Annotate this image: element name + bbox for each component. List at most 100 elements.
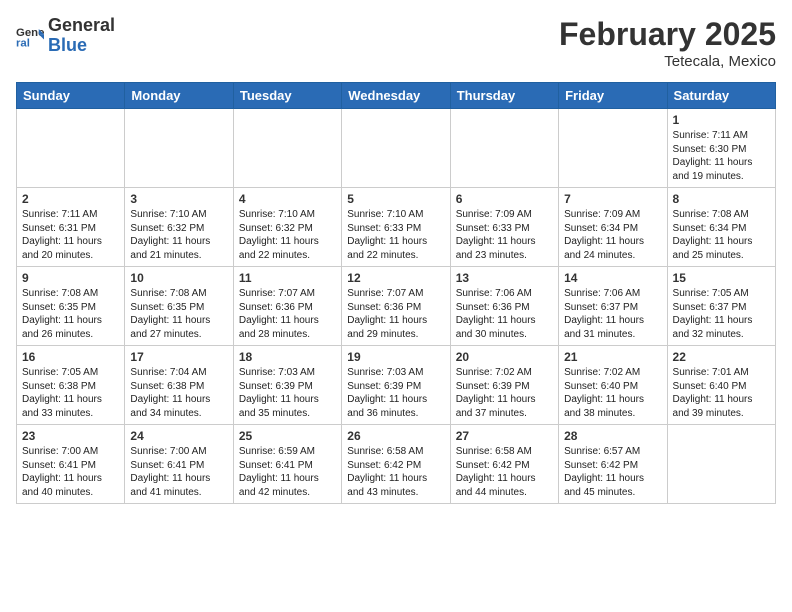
logo-icon: Gene ral <box>16 22 44 50</box>
day-info: Sunrise: 7:03 AMSunset: 6:39 PMDaylight:… <box>347 366 444 420</box>
day-number: 3 <box>130 192 227 206</box>
logo-blue-text: Blue <box>48 36 115 56</box>
table-row <box>342 109 450 188</box>
day-number: 26 <box>347 429 444 443</box>
table-row: 7 Sunrise: 7:09 AMSunset: 6:34 PMDaylight… <box>559 188 667 267</box>
table-row: 20 Sunrise: 7:02 AMSunset: 6:39 PMDayligh… <box>450 346 558 425</box>
day-number: 20 <box>456 350 553 364</box>
day-number: 25 <box>239 429 336 443</box>
day-number: 17 <box>130 350 227 364</box>
calendar-title: February 2025 <box>559 16 776 53</box>
logo-text: General Blue <box>48 16 115 56</box>
table-row: 16Sunrise: 7:05 AMSunset: 6:38 PMDayligh… <box>17 346 125 425</box>
day-info: Sunrise: 7:10 AMSunset: 6:33 PMDaylight:… <box>347 208 444 262</box>
page-header: Gene ral General Blue February 2025 Tete… <box>16 16 776 70</box>
day-number: 4 <box>239 192 336 206</box>
col-wednesday: Wednesday <box>342 83 450 109</box>
day-number: 9 <box>22 271 119 285</box>
table-row <box>233 109 341 188</box>
table-row <box>450 109 558 188</box>
day-number: 21 <box>564 350 661 364</box>
day-info: Sunrise: 7:05 AMSunset: 6:38 PMDaylight:… <box>22 366 119 420</box>
table-row: 27Sunrise: 6:58 AMSunset: 6:42 PMDayligh… <box>450 425 558 504</box>
table-row: 23 Sunrise: 7:00 AMSunset: 6:41 PMDayligh… <box>17 425 125 504</box>
table-row <box>125 109 233 188</box>
table-row: 6 Sunrise: 7:09 AMSunset: 6:33 PMDaylight… <box>450 188 558 267</box>
table-row: 14 Sunrise: 7:06 AMSunset: 6:37 PMDayligh… <box>559 267 667 346</box>
table-row: 19 Sunrise: 7:03 AMSunset: 6:39 PMDayligh… <box>342 346 450 425</box>
table-row <box>667 425 775 504</box>
table-row: 10Sunrise: 7:08 AMSunset: 6:35 PMDayligh… <box>125 267 233 346</box>
day-number: 15 <box>673 271 770 285</box>
calendar-week-3: 9 Sunrise: 7:08 AMSunset: 6:35 PMDaylight… <box>17 267 776 346</box>
day-number: 27 <box>456 429 553 443</box>
calendar-location: Tetecala, Mexico <box>559 53 776 70</box>
day-info: Sunrise: 7:00 AMSunset: 6:41 PMDaylight:… <box>130 445 227 499</box>
table-row: 1Sunrise: 7:11 AMSunset: 6:30 PMDaylight… <box>667 109 775 188</box>
calendar-week-2: 2 Sunrise: 7:11 AMSunset: 6:31 PMDaylight… <box>17 188 776 267</box>
day-info: Sunrise: 7:01 AMSunset: 6:40 PMDaylight:… <box>673 366 770 420</box>
day-number: 23 <box>22 429 119 443</box>
table-row: 8 Sunrise: 7:08 AMSunset: 6:34 PMDaylight… <box>667 188 775 267</box>
day-info: Sunrise: 6:57 AMSunset: 6:42 PMDaylight:… <box>564 445 661 499</box>
day-info: Sunrise: 7:08 AMSunset: 6:35 PMDaylight:… <box>22 287 119 341</box>
table-row: 15 Sunrise: 7:05 AMSunset: 6:37 PMDayligh… <box>667 267 775 346</box>
col-tuesday: Tuesday <box>233 83 341 109</box>
day-info: Sunrise: 7:11 AMSunset: 6:30 PMDaylight:… <box>673 129 770 183</box>
title-block: February 2025 Tetecala, Mexico <box>559 16 776 70</box>
table-row <box>559 109 667 188</box>
day-number: 22 <box>673 350 770 364</box>
day-info: Sunrise: 6:58 AMSunset: 6:42 PMDaylight:… <box>347 445 444 499</box>
day-number: 11 <box>239 271 336 285</box>
logo-general-text: General <box>48 16 115 36</box>
day-info: Sunrise: 7:09 AMSunset: 6:34 PMDaylight:… <box>564 208 661 262</box>
day-number: 12 <box>347 271 444 285</box>
day-number: 8 <box>673 192 770 206</box>
day-info: Sunrise: 7:02 AMSunset: 6:39 PMDaylight:… <box>456 366 553 420</box>
day-number: 24 <box>130 429 227 443</box>
calendar-body: 1Sunrise: 7:11 AMSunset: 6:30 PMDaylight… <box>17 109 776 504</box>
day-number: 6 <box>456 192 553 206</box>
table-row: 25Sunrise: 6:59 AMSunset: 6:41 PMDayligh… <box>233 425 341 504</box>
day-info: Sunrise: 7:06 AMSunset: 6:37 PMDaylight:… <box>564 287 661 341</box>
col-thursday: Thursday <box>450 83 558 109</box>
day-number: 28 <box>564 429 661 443</box>
table-row: 28 Sunrise: 6:57 AMSunset: 6:42 PMDayligh… <box>559 425 667 504</box>
table-row <box>17 109 125 188</box>
day-info: Sunrise: 7:00 AMSunset: 6:41 PMDaylight:… <box>22 445 119 499</box>
day-info: Sunrise: 7:04 AMSunset: 6:38 PMDaylight:… <box>130 366 227 420</box>
day-info: Sunrise: 7:07 AMSunset: 6:36 PMDaylight:… <box>347 287 444 341</box>
day-info: Sunrise: 7:05 AMSunset: 6:37 PMDaylight:… <box>673 287 770 341</box>
table-row: 22 Sunrise: 7:01 AMSunset: 6:40 PMDayligh… <box>667 346 775 425</box>
day-number: 5 <box>347 192 444 206</box>
table-row: 18Sunrise: 7:03 AMSunset: 6:39 PMDayligh… <box>233 346 341 425</box>
table-row: 12 Sunrise: 7:07 AMSunset: 6:36 PMDayligh… <box>342 267 450 346</box>
day-info: Sunrise: 7:11 AMSunset: 6:31 PMDaylight:… <box>22 208 119 262</box>
day-number: 2 <box>22 192 119 206</box>
table-row: 2 Sunrise: 7:11 AMSunset: 6:31 PMDaylight… <box>17 188 125 267</box>
day-number: 14 <box>564 271 661 285</box>
col-sunday: Sunday <box>17 83 125 109</box>
day-info: Sunrise: 7:07 AMSunset: 6:36 PMDaylight:… <box>239 287 336 341</box>
svg-text:ral: ral <box>16 37 30 49</box>
col-friday: Friday <box>559 83 667 109</box>
table-row: 26 Sunrise: 6:58 AMSunset: 6:42 PMDayligh… <box>342 425 450 504</box>
table-row: 13 Sunrise: 7:06 AMSunset: 6:36 PMDayligh… <box>450 267 558 346</box>
day-number: 19 <box>347 350 444 364</box>
table-row: 11 Sunrise: 7:07 AMSunset: 6:36 PMDayligh… <box>233 267 341 346</box>
calendar-table: Sunday Monday Tuesday Wednesday Thursday… <box>16 82 776 504</box>
calendar-week-4: 16Sunrise: 7:05 AMSunset: 6:38 PMDayligh… <box>17 346 776 425</box>
day-info: Sunrise: 7:10 AMSunset: 6:32 PMDaylight:… <box>239 208 336 262</box>
day-info: Sunrise: 7:03 AMSunset: 6:39 PMDaylight:… <box>239 366 336 420</box>
day-info: Sunrise: 7:06 AMSunset: 6:36 PMDaylight:… <box>456 287 553 341</box>
table-row: 4 Sunrise: 7:10 AMSunset: 6:32 PMDaylight… <box>233 188 341 267</box>
table-row: 24 Sunrise: 7:00 AMSunset: 6:41 PMDayligh… <box>125 425 233 504</box>
col-saturday: Saturday <box>667 83 775 109</box>
table-row: 9 Sunrise: 7:08 AMSunset: 6:35 PMDaylight… <box>17 267 125 346</box>
logo: Gene ral General Blue <box>16 16 115 56</box>
calendar-week-5: 23 Sunrise: 7:00 AMSunset: 6:41 PMDayligh… <box>17 425 776 504</box>
day-info: Sunrise: 7:09 AMSunset: 6:33 PMDaylight:… <box>456 208 553 262</box>
day-info: Sunrise: 7:08 AMSunset: 6:34 PMDaylight:… <box>673 208 770 262</box>
day-number: 13 <box>456 271 553 285</box>
day-number: 7 <box>564 192 661 206</box>
